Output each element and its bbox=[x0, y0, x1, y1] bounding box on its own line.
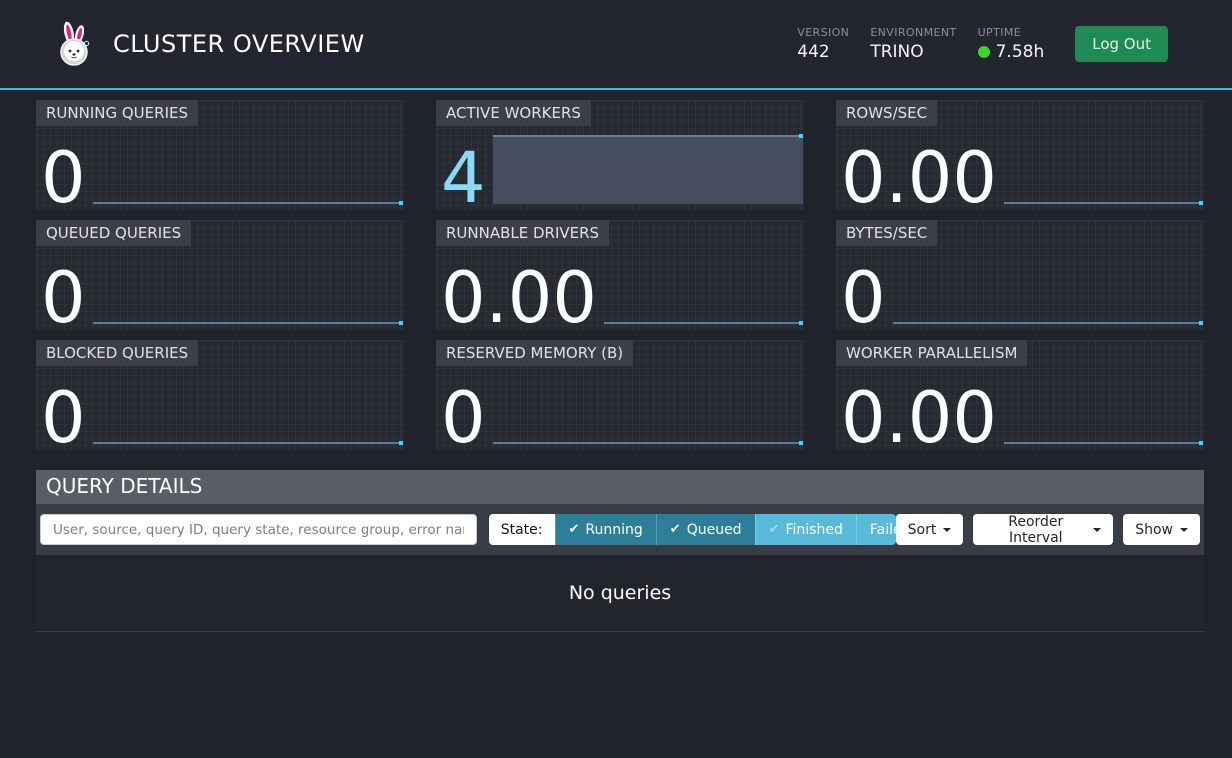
sparkline-dot-icon bbox=[799, 321, 803, 325]
sort-dropdown-button[interactable]: Sort bbox=[896, 514, 964, 545]
sparkline-dot-icon bbox=[1199, 321, 1203, 325]
caret-down-icon bbox=[943, 528, 951, 536]
sparkline-dot-icon bbox=[399, 441, 403, 445]
environment-metric: ENVIRONMENT TRINO bbox=[870, 26, 956, 62]
stat-value: 0 bbox=[41, 150, 86, 206]
check-icon: ✔ bbox=[569, 522, 580, 537]
caret-down-icon bbox=[1180, 528, 1188, 536]
sparkline-dot-icon bbox=[1199, 441, 1203, 445]
cluster-stats-grid: RUNNING QUERIES 0 ACTIVE WORKERS 4 ROWS/… bbox=[36, 100, 1204, 450]
stat-label: BLOCKED QUERIES bbox=[36, 340, 198, 366]
environment-value: TRINO bbox=[870, 42, 956, 62]
stat-label: RUNNING QUERIES bbox=[36, 100, 198, 126]
environment-label: ENVIRONMENT bbox=[870, 26, 956, 39]
sort-label: Sort bbox=[908, 522, 937, 538]
stat-label: WORKER PARALLELISM bbox=[836, 340, 1027, 366]
stat-value: 0 bbox=[441, 390, 486, 446]
state-filter-failed-label: Failed bbox=[870, 522, 896, 538]
state-filter-queued-label: Queued bbox=[687, 522, 742, 538]
stat-card-bytes-sec: BYTES/SEC 0 bbox=[836, 220, 1204, 330]
sparkline-dot-icon bbox=[1199, 201, 1203, 205]
stat-value: 0 bbox=[41, 390, 86, 446]
page-title: CLUSTER OVERVIEW bbox=[113, 30, 365, 58]
sparkline-chart bbox=[1004, 340, 1203, 446]
uptime-metric: UPTIME 7.58h bbox=[978, 26, 1045, 62]
state-filter-queued[interactable]: ✔ Queued bbox=[656, 514, 755, 545]
reorder-interval-dropdown-button[interactable]: Reorder Interval bbox=[973, 514, 1113, 545]
logout-button[interactable]: Log Out bbox=[1075, 26, 1168, 62]
state-filter-finished-label: Finished bbox=[785, 522, 842, 538]
sparkline-chart bbox=[893, 220, 1203, 326]
stat-value: 0.00 bbox=[441, 270, 597, 326]
trino-bunny-logo-icon bbox=[54, 20, 96, 68]
stat-value: 4 bbox=[441, 150, 486, 206]
check-icon: ✔ bbox=[670, 522, 681, 537]
query-details-title: QUERY DETAILS bbox=[36, 470, 1204, 504]
sparkline-chart bbox=[1004, 100, 1203, 206]
stat-value: 0.00 bbox=[841, 150, 997, 206]
version-metric: VERSION 442 bbox=[797, 26, 849, 62]
stat-label: ROWS/SEC bbox=[836, 100, 937, 126]
state-filter-group: State: ✔ Running ✔ Queued ✔ Finished Fai… bbox=[489, 514, 896, 545]
uptime-hours: 7.58h bbox=[996, 42, 1045, 62]
state-filter-running[interactable]: ✔ Running bbox=[555, 514, 656, 545]
caret-down-icon bbox=[1093, 528, 1101, 536]
query-list-empty-state: No queries bbox=[36, 555, 1204, 632]
stat-card-active-workers: ACTIVE WORKERS 4 bbox=[436, 100, 804, 210]
state-filter-running-label: Running bbox=[585, 522, 642, 538]
status-dot-icon bbox=[978, 46, 990, 58]
stat-card-rows-sec: ROWS/SEC 0.00 bbox=[836, 100, 1204, 210]
version-value: 442 bbox=[797, 42, 849, 62]
sparkline-dot-icon bbox=[799, 441, 803, 445]
stat-card-blocked-queries: BLOCKED QUERIES 0 bbox=[36, 340, 404, 450]
check-icon: ✔ bbox=[769, 522, 780, 537]
state-filter-finished[interactable]: ✔ Finished bbox=[755, 514, 856, 545]
query-details-panel: QUERY DETAILS State: ✔ Running ✔ Queued … bbox=[36, 470, 1204, 632]
stat-label: RUNNABLE DRIVERS bbox=[436, 220, 609, 246]
sparkline-dot-icon bbox=[799, 134, 803, 138]
sparkline-dot-icon bbox=[399, 321, 403, 325]
state-filter-label: State: bbox=[489, 514, 555, 545]
empty-message: No queries bbox=[569, 582, 671, 604]
query-search-input[interactable] bbox=[40, 514, 477, 545]
show-dropdown-button[interactable]: Show bbox=[1123, 514, 1200, 545]
stat-value: 0 bbox=[41, 270, 86, 326]
sparkline-chart bbox=[604, 220, 803, 326]
sparkline-dot-icon bbox=[399, 201, 403, 205]
header-status-group: VERSION 442 ENVIRONMENT TRINO UPTIME 7.5… bbox=[797, 26, 1168, 62]
stat-label: BYTES/SEC bbox=[836, 220, 937, 246]
stat-label: RESERVED MEMORY (B) bbox=[436, 340, 633, 366]
stat-card-queued-queries: QUEUED QUERIES 0 bbox=[36, 220, 404, 330]
stat-card-runnable-drivers: RUNNABLE DRIVERS 0.00 bbox=[436, 220, 804, 330]
stat-card-running-queries: RUNNING QUERIES 0 bbox=[36, 100, 404, 210]
state-filter-failed-dropdown[interactable]: Failed bbox=[856, 514, 896, 545]
reorder-interval-label: Reorder Interval bbox=[985, 514, 1086, 546]
stat-card-reserved-memory: RESERVED MEMORY (B) 0 bbox=[436, 340, 804, 450]
version-label: VERSION bbox=[797, 26, 849, 39]
stat-card-worker-parallelism: WORKER PARALLELISM 0.00 bbox=[836, 340, 1204, 450]
uptime-value: 7.58h bbox=[978, 42, 1045, 62]
stat-value: 0 bbox=[841, 270, 886, 326]
show-label: Show bbox=[1135, 522, 1173, 538]
stat-label: QUEUED QUERIES bbox=[36, 220, 191, 246]
stat-label: ACTIVE WORKERS bbox=[436, 100, 591, 126]
query-filter-toolbar: State: ✔ Running ✔ Queued ✔ Finished Fai… bbox=[36, 504, 1204, 555]
uptime-label: UPTIME bbox=[978, 26, 1045, 39]
app-header: CLUSTER OVERVIEW VERSION 442 ENVIRONMENT… bbox=[0, 0, 1232, 90]
stat-value: 0.00 bbox=[841, 390, 997, 446]
